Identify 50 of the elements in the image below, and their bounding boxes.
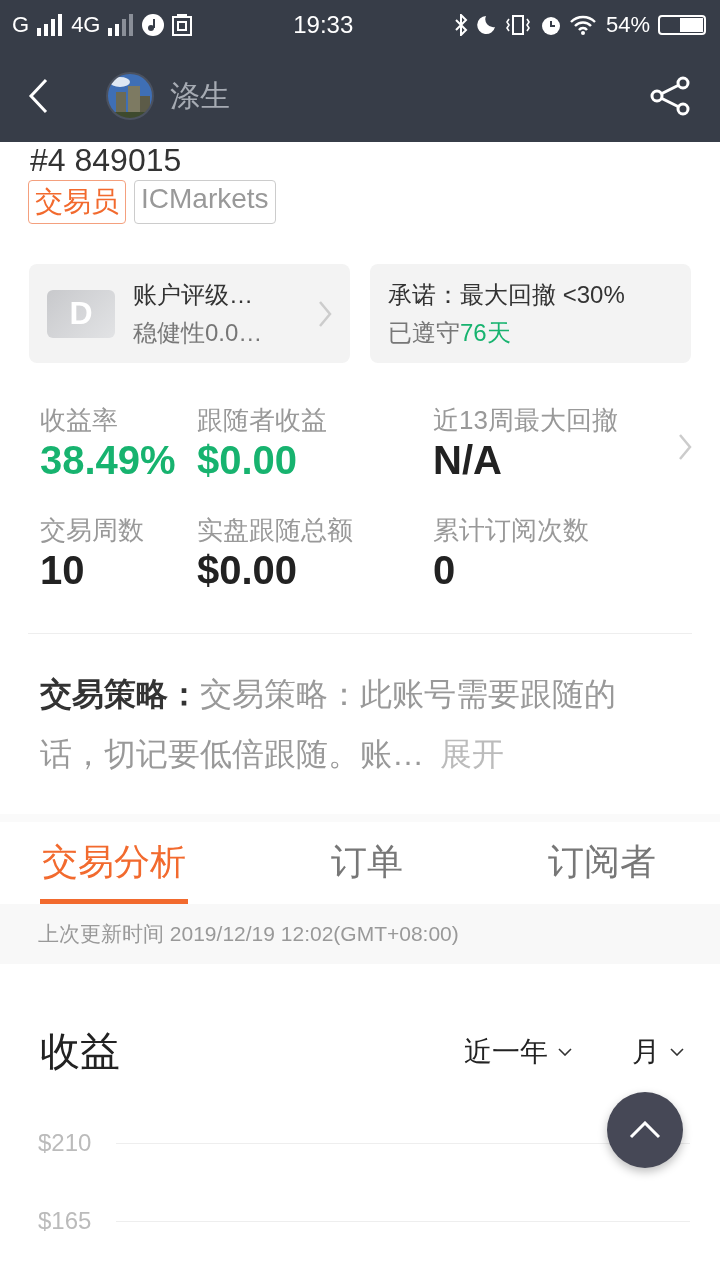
stat-value: 0 — [433, 548, 457, 593]
clock-time: 19:33 — [293, 11, 354, 39]
caret-icon — [670, 1047, 684, 1056]
carrier-label: G — [12, 12, 30, 38]
battery-icon — [658, 14, 708, 36]
app-icon — [172, 14, 193, 36]
scroll-top-button[interactable] — [607, 1092, 683, 1168]
axis-tick-label: $165 — [38, 1207, 93, 1235]
strategy-text: 交易策略：交易策略：此账号需要跟随的话，切记要低倍跟随。账… 展开 — [40, 675, 617, 774]
stat-label: 实盘跟随总额 — [197, 514, 354, 547]
page-title: 涤生 — [170, 77, 230, 114]
stat-value: 38.49% — [40, 438, 177, 483]
caret-icon — [558, 1047, 572, 1056]
chart-title: 收益 — [40, 1028, 120, 1075]
tag: ICMarkets — [134, 180, 276, 224]
stat-label: 交易周数 — [40, 514, 145, 547]
bluetooth-icon — [453, 14, 468, 36]
stat-value: $0.00 — [197, 438, 299, 483]
card-subtitle: 稳健性0.0… — [133, 317, 264, 348]
card-subtitle: 已遵守76天 — [388, 317, 512, 348]
tab[interactable]: 订单 — [329, 832, 405, 904]
stat-value: 10 — [40, 548, 86, 593]
card-title: 账户评级… — [133, 279, 254, 310]
wifi-icon — [569, 15, 598, 35]
signal-icon — [108, 14, 135, 36]
axis-tick-label: $210 — [38, 1129, 93, 1157]
stat-label: 收益率 — [40, 404, 119, 437]
network-label: 4G — [71, 12, 101, 38]
share-icon[interactable] — [648, 76, 692, 116]
chevron-right-icon — [318, 299, 332, 328]
stat-value: N/A — [433, 438, 503, 483]
tag: 交易员 — [28, 180, 126, 224]
signal-icon — [37, 14, 64, 36]
filter-dropdown[interactable]: 月 — [632, 1032, 684, 1071]
back-icon[interactable] — [28, 78, 48, 114]
vibrate-icon — [503, 14, 532, 36]
alarm-icon — [539, 14, 562, 36]
stat-label: 跟随者收益 — [197, 404, 328, 437]
moon-icon — [475, 15, 496, 35]
battery-percent: 54% — [605, 12, 650, 38]
account-number: #4 849015 — [30, 142, 182, 178]
tab[interactable]: 订阅者 — [546, 832, 658, 904]
stat-label: 近13周最大回撤 — [433, 404, 619, 437]
update-time: 上次更新时间 2019/12/19 12:02(GMT+08:00) — [38, 921, 459, 947]
stat-value: $0.00 — [197, 548, 299, 593]
music-note-icon — [142, 14, 165, 36]
chevron-up-icon — [629, 1121, 661, 1139]
card-title: 承诺：最大回撤 <30% — [388, 279, 626, 310]
stat-label: 累计订阅次数 — [433, 514, 590, 547]
filter-dropdown[interactable]: 近一年 — [464, 1032, 572, 1071]
